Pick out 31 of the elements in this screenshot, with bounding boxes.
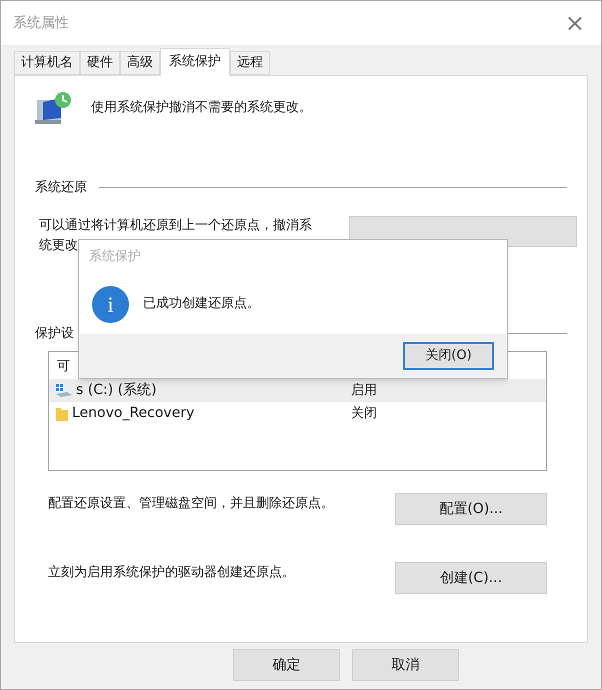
window-title: 系统属性 bbox=[13, 14, 69, 32]
configure-button[interactable]: 配置(O)... bbox=[395, 493, 547, 525]
create-button[interactable]: 创建(C)... bbox=[395, 562, 547, 594]
info-icon: i bbox=[92, 286, 129, 322]
description-text: 统更改 bbox=[39, 236, 78, 254]
dialog-button[interactable]: 确定 bbox=[233, 649, 340, 681]
description-text: 可以通过将计算机还原到上一个还原点，撤消系 bbox=[39, 216, 312, 234]
tab[interactable]: 高级 bbox=[120, 51, 160, 75]
section-heading: 保护设 bbox=[35, 324, 74, 342]
dialog-title: 系统保护 bbox=[89, 248, 141, 266]
tab[interactable]: 计算机名 bbox=[14, 51, 80, 75]
protection-status: 启用 bbox=[351, 382, 377, 400]
close-dialog-button[interactable]: 关闭(O) bbox=[403, 342, 494, 370]
drive-name: Lenovo_Recovery bbox=[72, 404, 194, 423]
drive-name: s (C:) (系统) bbox=[76, 381, 157, 400]
create-text: 立刻为启用系统保护的驱动器创建还原点。 bbox=[48, 564, 295, 582]
drive-icon bbox=[55, 382, 73, 398]
section-heading: 系统还原 bbox=[35, 179, 87, 197]
intro-text: 使用系统保护撤消不需要的系统更改。 bbox=[91, 99, 312, 118]
folder-icon bbox=[55, 406, 69, 422]
column-header: 可 bbox=[57, 359, 70, 374]
dialog-message: 已成功创建还原点。 bbox=[143, 295, 260, 314]
tab[interactable]: 硬件 bbox=[80, 51, 120, 75]
configure-text: 配置还原设置、管理磁盘空间，并且删除还原点。 bbox=[48, 495, 334, 514]
drive-row[interactable]: Lenovo_Recovery 关闭 bbox=[49, 402, 546, 425]
protection-status: 关闭 bbox=[351, 404, 377, 423]
drive-row[interactable]: s (C:) (系统) 启用 bbox=[49, 379, 546, 402]
tab[interactable]: 系统保护 bbox=[160, 48, 230, 76]
tab[interactable]: 远程 bbox=[230, 51, 270, 75]
close-button[interactable]: × bbox=[560, 11, 589, 35]
dialog-button[interactable]: 取消 bbox=[352, 649, 459, 681]
